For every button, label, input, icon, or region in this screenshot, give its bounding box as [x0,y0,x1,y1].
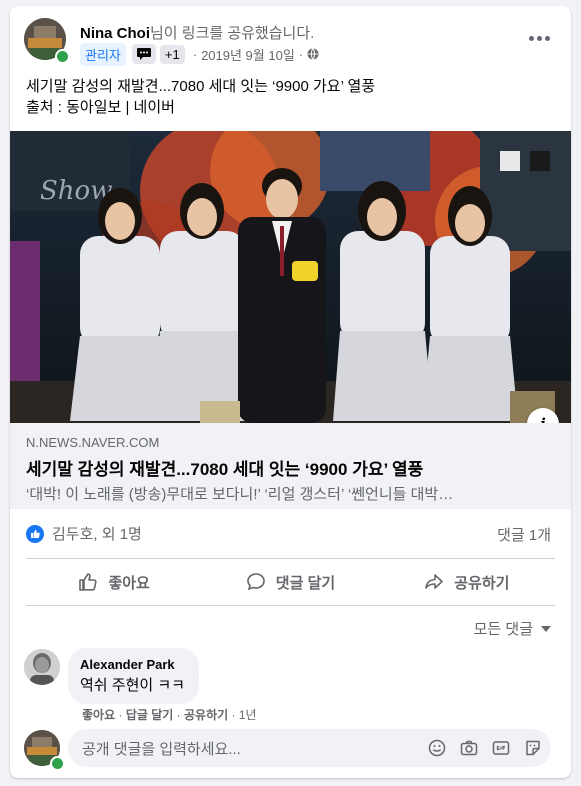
comment-text: 역쉬 주현이 ㅋㅋ [80,677,185,694]
comment-like-link[interactable]: 좋아요 [82,708,115,722]
comment-label: 댓글 달기 [275,574,336,592]
comment-sort-dropdown[interactable]: 모든 댓글 [474,618,551,639]
post-card: Nina Choi님이 링크를 공유했습니다. 관리자 +1 · 2019년 9… [10,6,571,778]
meta-dot: · [176,708,181,722]
caret-down-icon [541,625,551,632]
divider [26,605,555,606]
sticker-icon[interactable] [523,738,543,758]
like-reaction-icon [26,524,44,543]
comment-bubble: Alexander Park 역쉬 주현이 ㅋㅋ [68,648,199,704]
globe-icon [307,48,319,60]
online-status-dot [55,49,70,64]
post-text-line: 출처 : 동아일보 | 네이버 [26,99,175,116]
link-description: ‘대박! 이 노래를 (방송)무대로 보다니!’ ‘리얼 갱스터’ ‘쎈언니들 … [26,486,454,503]
camera-icon[interactable] [459,738,479,758]
like-label: 좋아요 [108,574,150,592]
plus-badge[interactable]: +1 [159,44,185,64]
speech-bubble-icon [246,572,266,592]
admin-badge[interactable]: 관리자 [80,42,126,66]
link-preview-meta[interactable]: N.NEWS.NAVER.COM 세기말 감성의 재발견...7080 세대 잇… [10,423,571,509]
more-dot-icon [536,35,542,41]
comment-composer[interactable] [68,729,551,769]
comment-actions: 좋아요 · 답글 달기 · 공유하기 · 1년 [82,706,257,723]
share-arrow-icon [424,572,444,592]
chat-badge-icon[interactable] [131,44,156,64]
reactions-summary[interactable]: 김두호, 외 1명 [26,523,142,544]
commenter-avatar[interactable] [24,649,60,685]
divider [26,558,555,559]
link-preview-image[interactable]: Show [10,131,571,423]
post-text: 세기말 감성의 재발견...7080 세대 잇는 ‘9900 가요’ 열풍 출처… [26,76,375,118]
comment-input[interactable] [80,729,414,769]
comment-reply-link[interactable]: 답글 달기 [126,708,174,722]
sort-label: 모든 댓글 [473,621,533,638]
reactors-text[interactable]: 김두호, 외 1명 [52,523,142,544]
post-header-title: Nina Choi님이 링크를 공유했습니다. [80,22,314,43]
thumbs-up-icon [78,572,98,592]
post-actions: 좋아요 댓글 달기 공유하기 [26,563,555,601]
comment-share-link[interactable]: 공유하기 [184,708,228,722]
emoji-icon[interactable] [427,738,447,758]
post-meta: 관리자 +1 · 2019년 9월 10일 · [80,42,319,66]
post-date[interactable]: 2019년 9월 10일 [201,45,295,64]
more-dot-icon [544,35,550,41]
commenter-name[interactable]: Alexander Park [80,657,185,672]
more-options-button[interactable] [521,28,557,48]
gif-icon[interactable] [491,738,511,758]
share-label: 공유하기 [454,574,510,592]
comment-button[interactable]: 댓글 달기 [202,563,378,601]
post-text-line: 세기말 감성의 재발견...7080 세대 잇는 ‘9900 가요’ 열풍 [26,78,376,95]
share-action-text: 님이 링크를 공유했습니다. [150,25,315,42]
meta-dot: · [298,46,304,62]
link-title[interactable]: 세기말 감성의 재발견...7080 세대 잇는 ‘9900 가요’ 열풍 [26,455,423,480]
online-status-dot [50,756,65,771]
meta-dot: · [118,708,123,722]
meta-dot: · [231,708,236,722]
like-button[interactable]: 좋아요 [26,563,202,601]
comment-time[interactable]: 1년 [239,708,257,722]
more-dot-icon [528,35,534,41]
composer-tools [427,738,543,758]
meta-dot: · [192,46,198,62]
author-name[interactable]: Nina Choi [80,25,150,42]
share-button[interactable]: 공유하기 [379,563,555,601]
link-domain: N.NEWS.NAVER.COM [26,435,160,450]
comment-count[interactable]: 댓글 1개 [497,524,551,545]
